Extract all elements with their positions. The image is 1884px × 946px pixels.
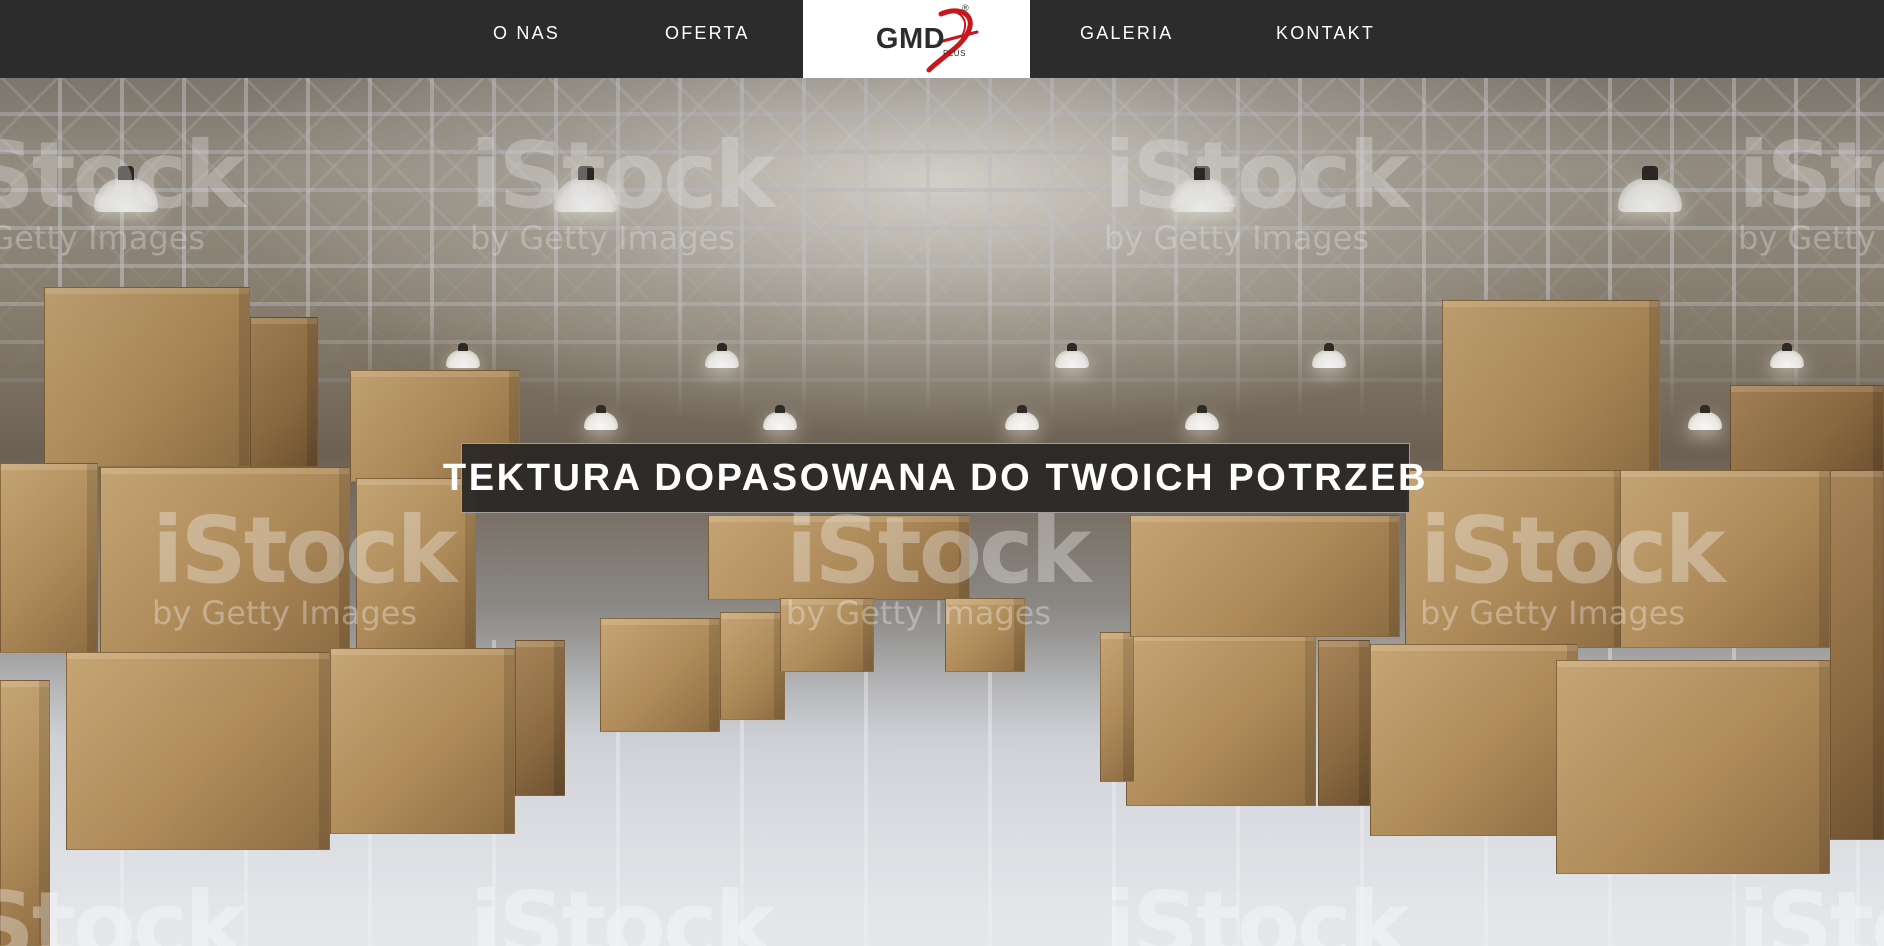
logo-home-link[interactable]: GMD PLUS ® [803, 0, 1030, 78]
main-navbar: O NAS OFERTA GMD PLUS ® GALERIA KONTAKT [0, 0, 1884, 78]
nav-link-o-nas[interactable]: O NAS [493, 0, 560, 66]
hero-headline: TEKTURA DOPASOWANA DO TWOICH POTRZEB [442, 456, 1429, 499]
logo-suffix: PLUS [943, 49, 966, 58]
logo-registered-mark: ® [962, 3, 969, 13]
nav-link-oferta[interactable]: OFERTA [665, 0, 750, 66]
hero-headline-box: TEKTURA DOPASOWANA DO TWOICH POTRZEB [443, 443, 1425, 513]
logo-text: GMD [875, 22, 946, 55]
nav-link-galeria[interactable]: GALERIA [1080, 0, 1173, 66]
nav-link-kontakt[interactable]: KONTAKT [1276, 0, 1375, 66]
